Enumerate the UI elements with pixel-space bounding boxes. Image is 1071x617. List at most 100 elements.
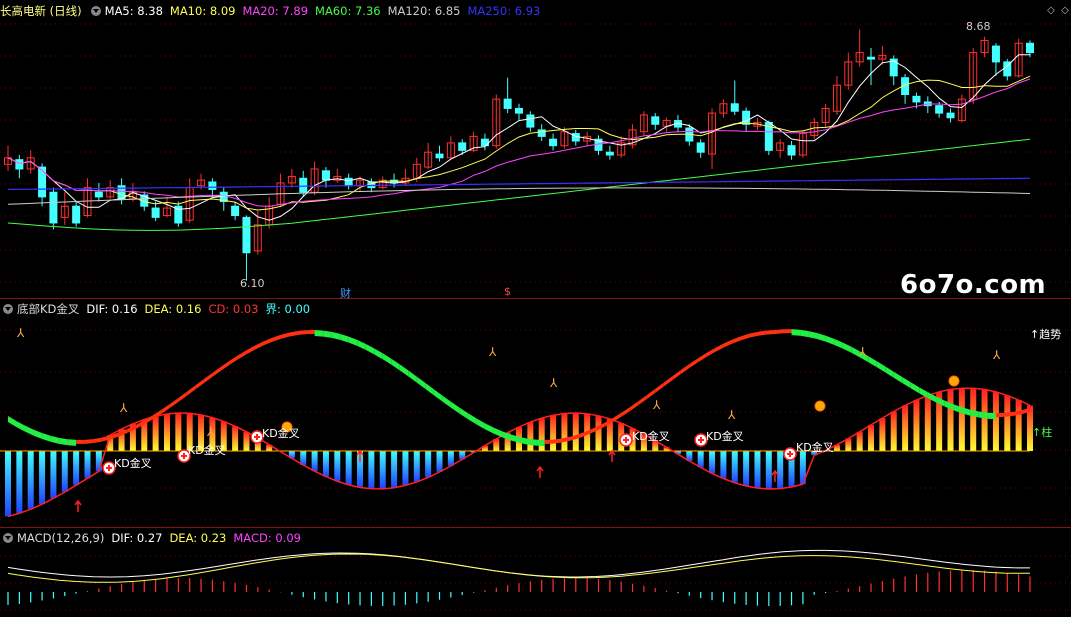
candle-body [537, 129, 546, 137]
trend-ribbon-segment [910, 382, 920, 394]
trend-ribbon-segment [340, 333, 349, 343]
trend-ribbon-segment [689, 358, 698, 369]
trend-ribbon-segment [987, 412, 996, 420]
histogram-bar-down [311, 451, 318, 472]
trend-ribbon-segment [186, 385, 196, 396]
histogram-bar-up [232, 426, 239, 451]
histogram-bar-down [765, 451, 772, 489]
candle-body [458, 142, 467, 151]
trend-ribbon-segment [280, 332, 290, 339]
histogram-bar-down [16, 451, 23, 514]
histogram-bar-down [322, 451, 329, 477]
trend-ribbon-segment [783, 329, 792, 334]
candle-body [49, 191, 58, 224]
trend-ribbon-segment [229, 355, 238, 365]
trend-ribbon-segment [323, 330, 332, 338]
histogram-bar-up [879, 418, 886, 451]
trend-ribbon-segment [178, 391, 187, 402]
candle-body [15, 159, 24, 170]
trend-ribbon-segment [59, 437, 68, 446]
trend-ribbon-segment [621, 407, 630, 417]
signal-dot-icon [948, 375, 960, 387]
trend-ribbon-segment [885, 366, 894, 378]
histogram-bar-down [709, 451, 716, 474]
trend-ribbon-segment [42, 433, 51, 442]
kd-cross-label: KD金叉 [706, 430, 744, 443]
dea-line [7, 553, 1031, 583]
histogram-bar-up [890, 411, 897, 451]
trend-ribbon-segment [978, 411, 988, 419]
candle-body [1026, 42, 1034, 54]
trend-ribbon-segment [706, 348, 715, 358]
trend-ribbon-segment [382, 353, 392, 365]
histogram-bar-up [152, 416, 159, 451]
trend-ribbon-segment [536, 439, 545, 446]
histogram-bar-up [175, 413, 182, 451]
candle-body [38, 166, 47, 198]
trend-ribbon-segment [306, 330, 315, 335]
finance-event-mark[interactable]: 财 [340, 285, 351, 301]
candle-body [231, 205, 240, 217]
histogram-bar-down [697, 451, 704, 468]
trend-ribbon-segment [374, 348, 383, 360]
trend-ribbon-segment [995, 412, 1005, 418]
candle-body [605, 151, 614, 156]
histogram-bar-down [84, 451, 91, 479]
histogram-bar-up [856, 431, 863, 451]
trend-ribbon-segment [169, 397, 179, 409]
candle-body [344, 177, 353, 187]
histogram-bar-down [425, 451, 432, 478]
trend-ribbon-segment [868, 356, 877, 368]
trend-ribbon-segment [263, 337, 273, 346]
trend-ribbon-segment [629, 401, 639, 412]
trend-ribbon-segment [144, 415, 153, 425]
histogram-bar-up [561, 413, 568, 451]
signal-figure-icon: ⅄ [206, 425, 215, 439]
histogram-bar-up [958, 388, 965, 451]
candle-body [151, 207, 160, 218]
histogram-bar-down [5, 451, 11, 517]
trend-ribbon-segment [459, 407, 468, 420]
trend-ribbon-segment [484, 423, 494, 434]
candle-body [730, 103, 739, 112]
histogram-bar-down [95, 451, 102, 472]
histogram-bar-down [334, 451, 341, 482]
histogram-bar-down [345, 451, 352, 485]
signal-figure-icon: ⅄ [16, 326, 25, 340]
candle-body [946, 112, 955, 119]
trend-ribbon-segment [76, 439, 85, 444]
trend-ribbon-segment [297, 330, 307, 336]
trend-ribbon-segment [331, 331, 341, 340]
kd-cross-label: KD金叉 [262, 427, 300, 440]
candle-body [94, 191, 103, 198]
histogram-bar-down [720, 451, 727, 479]
candle-body [72, 205, 81, 224]
signal-figure-icon: ⅄ [992, 348, 1001, 362]
trend-ribbon-segment [757, 330, 766, 336]
dividend-event-mark[interactable]: $ [504, 285, 511, 298]
trend-ribbon-segment [425, 382, 434, 396]
histogram-bar-down [300, 451, 307, 466]
ma60-line [7, 138, 1031, 231]
trend-ribbon-segment [93, 437, 102, 444]
signal-figure-icon: ⅄ [488, 345, 497, 359]
candle-body [935, 105, 944, 114]
trend-ribbon-segment [254, 341, 264, 350]
trend-ribbon-segment [544, 439, 554, 444]
histogram-bar-down [731, 451, 738, 483]
cd-line [7, 387, 1031, 518]
trend-ribbon-segment [663, 376, 673, 387]
signal-figure-icon: ⅄ [549, 376, 558, 390]
trend-ribbon-segment [876, 361, 886, 373]
candle-body [787, 145, 796, 156]
candle-body [526, 114, 535, 128]
watermark: 6o7o.com [900, 270, 1047, 300]
trend-ribbon-segment [893, 371, 903, 384]
trend-ribbon-segment [825, 335, 835, 345]
trend-ribbon-segment [357, 339, 366, 350]
candle-body [435, 153, 444, 159]
histogram-bar-down [61, 451, 68, 492]
chart-canvas[interactable]: ⅄ ⅄ ⅄ ⅄ ⅄ ⅄ ⅄ ⅄ ⅄ [0, 0, 1071, 617]
trend-ribbon-segment [67, 439, 77, 446]
kd-cross-label: KD金叉 [114, 457, 152, 470]
